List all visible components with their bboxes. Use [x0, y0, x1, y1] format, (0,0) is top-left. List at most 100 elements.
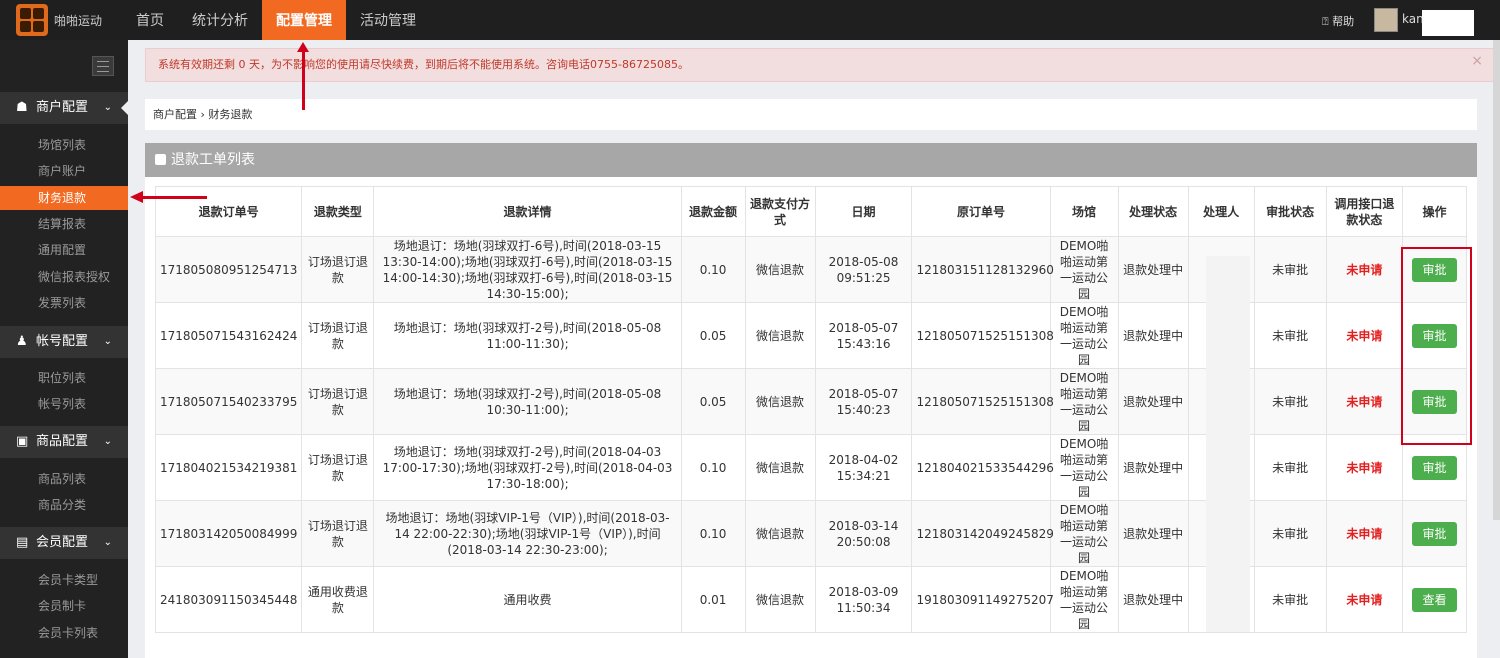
sidebar-item-finance-refund[interactable]: 财务退款 [0, 186, 128, 210]
col-refund-order-no: 退款订单号 [154, 186, 303, 237]
cell-refund-method: 微信退款 [744, 500, 816, 567]
sidebar-item-invoice-list[interactable]: 发票列表 [0, 291, 128, 315]
gift-icon: ▣ [16, 434, 29, 449]
cell-api-refund-status: 未申请 [1325, 434, 1404, 501]
cell-refund-amount: 0.05 [680, 368, 746, 435]
cell-date: 2018-05-07 15:40:23 [814, 368, 913, 435]
sidebar-item-general-config[interactable]: 通用配置 [0, 238, 128, 262]
sidebar-item-position-list[interactable]: 职位列表 [0, 366, 128, 390]
list-icon [155, 154, 166, 165]
col-action: 操作 [1402, 186, 1467, 237]
breadcrumb-parent[interactable]: 商户配置 [153, 108, 197, 121]
chevron-down-icon: ⌄ [103, 102, 112, 113]
sidebar-item-wechat-report-auth[interactable]: 微信报表授权 [0, 265, 128, 289]
col-venue: 场馆 [1049, 186, 1119, 237]
cell-process-status: 退款处理中 [1117, 302, 1189, 369]
cell-date: 2018-04-02 15:34:21 [814, 434, 913, 501]
username[interactable]: kan [1402, 12, 1424, 26]
redaction-mask [1206, 256, 1250, 632]
sidebar-item-product-list[interactable]: 商品列表 [0, 467, 128, 491]
panel-title: 退款工单列表 [171, 152, 255, 168]
sidebar-item-merchant-account[interactable]: 商户账户 [0, 159, 128, 183]
sidebar-item-card-type[interactable]: 会员卡类型 [0, 568, 128, 592]
cell-refund-order-no: 171803142050084999 [154, 500, 303, 567]
breadcrumb: 商户配置 › 财务退款 [145, 99, 1477, 130]
table-header-row: 退款订单号 退款类型 退款详情 退款金额 退款支付方式 日期 原订单号 场馆 处… [154, 186, 1467, 237]
cell-date: 2018-03-09 11:50:34 [814, 566, 913, 633]
nav-activity[interactable]: 活动管理 [346, 0, 430, 40]
table-row: 171803142050084999 订场退订退款 场地退订：场地(羽球VIP-1号… [154, 500, 1467, 567]
approve-button[interactable]: 审批 [1412, 521, 1457, 546]
cell-refund-order-no: 171804021534219381 [154, 434, 303, 501]
cell-approval-status: 未审批 [1253, 500, 1327, 567]
annotation-arrow [302, 51, 305, 110]
cell-original-order-no: 121805071525151308 [911, 368, 1054, 435]
cell-venue: DEMO啪啪运动第一运动公园 [1049, 302, 1119, 369]
chevron-down-icon: ⌄ [103, 436, 112, 447]
cell-process-status: 退款处理中 [1117, 434, 1189, 501]
cell-action: 审批 [1402, 500, 1467, 567]
cell-refund-amount: 0.01 [680, 566, 746, 633]
cell-original-order-no: 121804021533544296 [911, 434, 1054, 501]
chevron-down-icon: ⌄ [103, 336, 112, 347]
cell-approval-status: 未审批 [1253, 368, 1327, 435]
card-icon: ▤ [16, 535, 29, 550]
sidebar-item-account-list[interactable]: 帐号列表 [0, 392, 128, 416]
cell-api-refund-status: 未申请 [1325, 236, 1404, 303]
cell-refund-detail: 场地退订：场地(羽球双打-2号),时间(2018-04-03 17:00-17:… [373, 434, 682, 501]
sidebar-item-settlement-report[interactable]: 结算报表 [0, 212, 128, 236]
cell-api-refund-status: 未申请 [1325, 368, 1404, 435]
cell-original-order-no: 121803151128132960 [911, 236, 1054, 303]
col-handler: 处理人 [1187, 186, 1255, 237]
app-logo[interactable]: 啪啪运动 [16, 4, 102, 36]
approve-button[interactable]: 审批 [1412, 455, 1457, 480]
sidebar-item-card-list[interactable]: 会员卡列表 [0, 621, 128, 645]
cell-approval-status: 未审批 [1253, 236, 1327, 303]
col-api-refund-status: 调用接口退款状态 [1325, 186, 1404, 237]
cell-venue: DEMO啪啪运动第一运动公园 [1049, 566, 1119, 633]
cell-process-status: 退款处理中 [1117, 236, 1189, 303]
cell-refund-type: 订场退订退款 [301, 302, 375, 369]
col-process-status: 处理状态 [1117, 186, 1189, 237]
table-row: 171804021534219381 订场退订退款 场地退订：场地(羽球双打-2号)… [154, 434, 1467, 501]
chevron-down-icon: ⌄ [103, 537, 112, 548]
menu-toggle-icon[interactable] [92, 56, 114, 76]
cell-refund-method: 微信退款 [744, 434, 816, 501]
nav-home[interactable]: 首页 [122, 0, 178, 40]
cell-original-order-no: 121803142049245829 [911, 500, 1054, 567]
view-button[interactable]: 查看 [1412, 587, 1457, 612]
cell-api-refund-status: 未申请 [1325, 500, 1404, 567]
active-caret [121, 101, 128, 115]
sidebar-item-venue-list[interactable]: 场馆列表 [0, 133, 128, 157]
nav-statistics[interactable]: 统计分析 [178, 0, 262, 40]
cell-refund-method: 微信退款 [744, 566, 816, 633]
col-approval-status: 审批状态 [1253, 186, 1327, 237]
close-icon[interactable]: × [1471, 45, 1483, 77]
breadcrumb-separator: › [200, 108, 205, 121]
col-refund-amount: 退款金额 [680, 186, 746, 237]
cell-api-refund-status: 未申请 [1325, 566, 1404, 633]
sidebar-group-merchant[interactable]: ☗ 商户配置 ⌄ [0, 92, 128, 124]
table-row: 171805071540233795 订场退订退款 场地退订：场地(羽球双打-2号)… [154, 368, 1467, 435]
annotation-arrow-head [130, 191, 143, 203]
home-icon: ☗ [16, 100, 28, 115]
avatar[interactable] [1374, 8, 1398, 32]
cell-refund-amount: 0.10 [680, 434, 746, 501]
help-link[interactable]: ⍰ 帮助 [1322, 13, 1354, 29]
cell-date: 2018-05-07 15:43:16 [814, 302, 913, 369]
expiry-alert: 系统有效期还剩 0 天，为不影响您的使用请尽快续费，到期后将不能使用系统。咨询电… [145, 48, 1494, 82]
sidebar-group-member[interactable]: ▤ 会员配置 ⌄ [0, 527, 128, 559]
sidebar-item-card-making[interactable]: 会员制卡 [0, 594, 128, 618]
nav-config[interactable]: 配置管理 [262, 0, 346, 40]
refund-panel: 退款工单列表 退款订单号 退款类型 退款详情 退款金额 退款支付方式 日期 原订… [145, 143, 1477, 658]
sidebar-group-product[interactable]: ▣ 商品配置 ⌄ [0, 426, 128, 458]
cell-refund-method: 微信退款 [744, 368, 816, 435]
cell-refund-type: 订场退订退款 [301, 500, 375, 567]
sidebar: ☗ 商户配置 ⌄ 场馆列表 商户账户 财务退款 结算报表 通用配置 微信报表授权 … [0, 40, 128, 658]
sidebar-item-product-category[interactable]: 商品分类 [0, 493, 128, 517]
cell-refund-method: 微信退款 [744, 236, 816, 303]
cell-approval-status: 未审批 [1253, 566, 1327, 633]
cell-refund-amount: 0.05 [680, 302, 746, 369]
page-scrollbar[interactable] [1493, 40, 1500, 520]
sidebar-group-account[interactable]: ♟ 帐号配置 ⌄ [0, 326, 128, 358]
